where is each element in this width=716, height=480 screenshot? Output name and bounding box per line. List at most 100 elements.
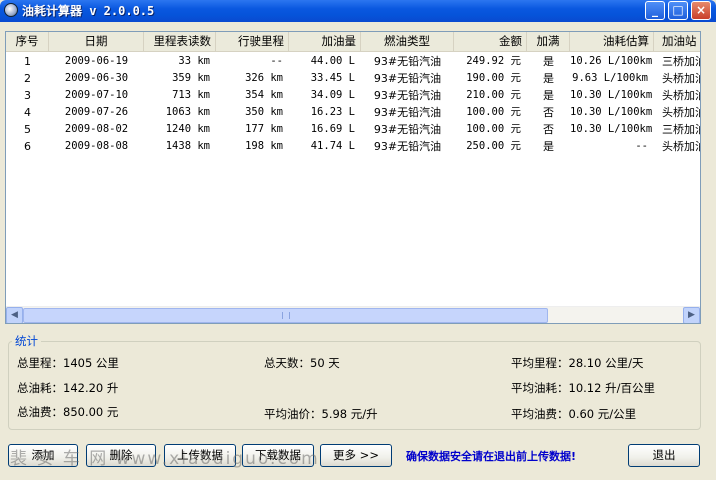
download-button[interactable]: 下载数据: [242, 444, 314, 467]
cell-type: 93#无铅汽油: [373, 106, 442, 119]
col-header-distance[interactable]: 行驶里程: [216, 32, 289, 51]
cell-est: 10.26 L/100km: [570, 55, 653, 67]
stat-avg-fuel: 平均油耗：10.12 升/百公里: [511, 381, 655, 395]
cell-est: --: [635, 140, 648, 152]
cell-odo: 33 km: [178, 55, 210, 67]
cell-station: 头桥加油站: [662, 72, 700, 85]
table-row[interactable]: 1 2009-06-19 33 km -- 44.00 L 93#无铅汽油 249.92 元…: [6, 53, 700, 70]
cell-fuel: 34.09 L: [310, 89, 355, 101]
stat-total-days: 总天数：50 天: [264, 356, 340, 370]
stat-avg-mileage: 平均里程：28.10 公里/天: [511, 356, 644, 370]
cell-date: 2009-06-30: [64, 72, 129, 84]
cell-dist: 177 km: [245, 123, 283, 135]
col-header-fuel[interactable]: 加油量: [289, 32, 361, 51]
table-row[interactable]: 6 2009-08-08 1438 km 198 km 41.74 L 93#无铅汽油 25…: [6, 138, 700, 155]
cell-fuel: 16.23 L: [310, 106, 355, 118]
cell-odo: 713 km: [172, 89, 210, 101]
table-row[interactable]: 2 2009-06-30 359 km 326 km 33.45 L 93#无铅汽油 190…: [6, 70, 700, 87]
cell-amount: 100.00 元: [466, 123, 521, 135]
col-header-date[interactable]: 日期: [49, 32, 144, 51]
delete-button[interactable]: 删除: [86, 444, 156, 467]
cell-odo: 1240 km: [165, 123, 210, 135]
add-button[interactable]: 添加: [8, 444, 78, 467]
table-header: 序号 日期 里程表读数 行驶里程 加油量 燃油类型 金额 加满 油耗估算 加油站: [6, 32, 700, 52]
cell-date: 2009-07-10: [64, 89, 129, 101]
title-bar[interactable]: 油耗计算器 v 2.0.0.5 _ □ ×: [0, 0, 716, 22]
cell-date: 2009-06-19: [64, 55, 129, 67]
col-header-odometer[interactable]: 里程表读数: [144, 32, 216, 51]
cell-odo: 359 km: [172, 72, 210, 84]
cell-full: 否: [543, 123, 554, 136]
col-header-no[interactable]: 序号: [6, 32, 49, 51]
upload-button[interactable]: 上传数据: [164, 444, 236, 467]
col-header-estimate[interactable]: 油耗估算: [570, 32, 654, 51]
cell-station: 三桥加油站: [662, 55, 700, 68]
scroll-thumb[interactable]: [23, 308, 548, 323]
table-row[interactable]: 4 2009-07-26 1063 km 350 km 16.23 L 93#无铅汽油 10…: [6, 104, 700, 121]
cell-amount: 210.00 元: [466, 89, 521, 101]
table-row[interactable]: 5 2009-08-02 1240 km 177 km 16.69 L 93#无铅汽油 10…: [6, 121, 700, 138]
horizontal-scrollbar[interactable]: ◀ ▶: [6, 306, 700, 323]
col-header-station[interactable]: 加油站: [654, 32, 700, 51]
table-row[interactable]: 3 2009-07-10 713 km 354 km 34.09 L 93#无铅汽油 210…: [6, 87, 700, 104]
stat-total-cost: 总油费：850.00 元: [17, 405, 119, 419]
cell-station: 头桥加油站: [662, 140, 700, 153]
close-button[interactable]: ×: [691, 1, 711, 20]
cell-est: 10.30 L/100km: [570, 123, 653, 135]
stats-title: 统计: [12, 333, 41, 349]
cell-station: 头桥加油站: [662, 106, 700, 119]
cell-est: 10.30 L/100km: [570, 106, 653, 118]
app-icon: [4, 3, 18, 17]
cell-full: 是: [543, 140, 554, 153]
maximize-button[interactable]: □: [668, 1, 688, 20]
exit-button[interactable]: 退出: [628, 444, 700, 467]
minimize-button[interactable]: _: [645, 1, 665, 20]
cell-no: 5: [24, 123, 31, 136]
cell-amount: 249.92 元: [466, 55, 521, 67]
records-table[interactable]: 序号 日期 里程表读数 行驶里程 加油量 燃油类型 金额 加满 油耗估算 加油站…: [5, 31, 701, 324]
more-button[interactable]: 更多 >>: [320, 444, 392, 467]
stat-total-fuel: 总油耗：142.20 升: [17, 381, 119, 395]
cell-type: 93#无铅汽油: [373, 140, 442, 153]
cell-date: 2009-08-08: [64, 140, 129, 152]
window-title: 油耗计算器 v 2.0.0.5: [22, 4, 155, 18]
col-header-amount[interactable]: 金额: [454, 32, 527, 51]
cell-no: 3: [24, 89, 31, 102]
cell-type: 93#无铅汽油: [373, 123, 442, 136]
cell-type: 93#无铅汽油: [373, 89, 442, 102]
stat-avg-cost: 平均油费：0.60 元/公里: [511, 407, 637, 421]
cell-no: 6: [24, 140, 31, 153]
cell-est: 9.63 L/100km: [572, 72, 648, 84]
cell-full: 是: [543, 89, 554, 102]
cell-full: 否: [543, 106, 554, 119]
cell-odo: 1063 km: [165, 106, 210, 118]
cell-full: 是: [543, 72, 554, 85]
cell-type: 93#无铅汽油: [373, 55, 442, 68]
cell-station: 头桥加油站: [662, 89, 700, 102]
cell-full: 是: [543, 55, 554, 68]
cell-no: 1: [24, 55, 31, 68]
cell-dist: 326 km: [245, 72, 283, 84]
col-header-fuel-type[interactable]: 燃油类型: [361, 32, 454, 51]
cell-dist: 354 km: [245, 89, 283, 101]
cell-date: 2009-08-02: [64, 123, 129, 135]
cell-fuel: 33.45 L: [310, 72, 355, 84]
cell-odo: 1438 km: [165, 140, 210, 152]
cell-amount: 100.00 元: [466, 106, 521, 118]
col-header-full[interactable]: 加满: [527, 32, 570, 51]
cell-type: 93#无铅汽油: [373, 72, 442, 85]
cell-amount: 250.00 元: [466, 140, 521, 152]
stat-total-mileage: 总里程：1405 公里: [17, 356, 119, 370]
cell-date: 2009-07-26: [64, 106, 129, 118]
cell-amount: 190.00 元: [466, 72, 521, 84]
scroll-left-arrow-icon[interactable]: ◀: [6, 307, 23, 323]
scroll-right-arrow-icon[interactable]: ▶: [683, 307, 700, 323]
cell-fuel: 16.69 L: [310, 123, 355, 135]
cell-no: 2: [24, 72, 31, 85]
cell-est: 10.30 L/100km: [570, 89, 653, 101]
cell-fuel: 41.74 L: [310, 140, 355, 152]
cell-dist: 350 km: [245, 106, 283, 118]
cell-dist: 198 km: [245, 140, 283, 152]
cell-station: 三桥加油站: [662, 123, 700, 136]
cell-no: 4: [24, 106, 31, 119]
